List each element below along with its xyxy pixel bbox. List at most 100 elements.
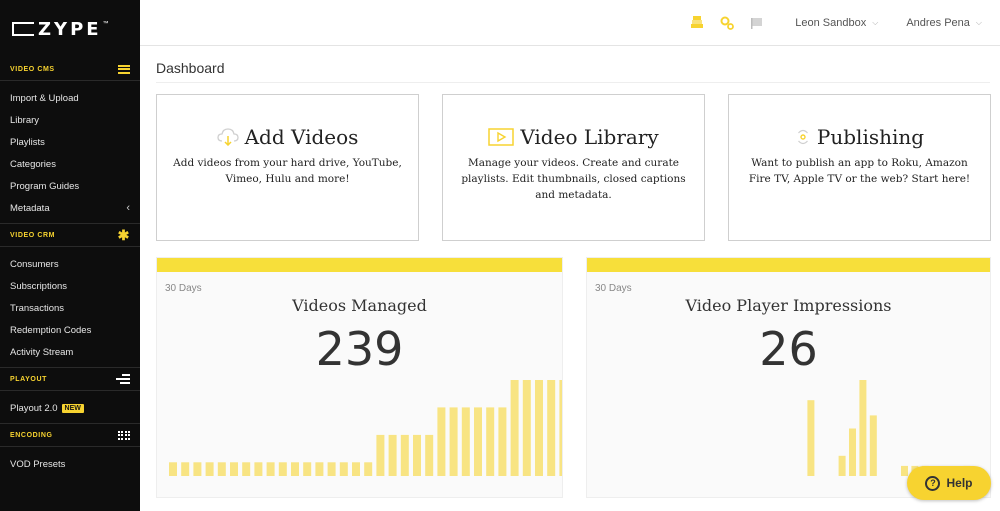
- section-title: ENCODING: [10, 431, 53, 439]
- chart-bar: [838, 455, 846, 476]
- chart-bar: [807, 400, 815, 476]
- sidebar-item-transactions[interactable]: Transactions: [0, 297, 140, 319]
- sidebar-item-label: Activity Stream: [10, 346, 74, 358]
- section-title: VIDEO CRM: [10, 231, 56, 239]
- video-impressions-chart: [807, 380, 971, 476]
- sidebar-item-metadata[interactable]: Metadata ‹: [0, 197, 140, 219]
- section-encoding-items: VOD Presets: [0, 446, 140, 479]
- cloud-upload-icon: [216, 128, 239, 146]
- sidebar-item-redemption-codes[interactable]: Redemption Codes: [0, 319, 140, 341]
- sidebar-item-label: Redemption Codes: [10, 324, 92, 336]
- sidebar-item-label: Playout 2.0: [10, 402, 58, 414]
- user-menu-value: Andres Pena: [906, 16, 970, 29]
- chart-bar: [205, 462, 214, 476]
- flag-icon[interactable]: [749, 15, 765, 31]
- section-video-cms[interactable]: VIDEO CMS: [0, 58, 140, 80]
- chevron-down-icon: ⌵: [872, 17, 879, 27]
- sidebar-item-activity-stream[interactable]: Activity Stream: [0, 341, 140, 363]
- question-icon: ?: [925, 475, 941, 491]
- sidebar-item-playout-2[interactable]: Playout 2.0 NEW: [0, 397, 140, 419]
- section-encoding[interactable]: ENCODING: [0, 424, 140, 446]
- broadcast-icon: [795, 127, 811, 147]
- grid-icon: [117, 430, 130, 440]
- section-video-crm[interactable]: VIDEO CRM ✱: [0, 224, 140, 246]
- chart-bar: [315, 462, 324, 476]
- add-videos-card[interactable]: Add Videos Add videos from your hard dri…: [156, 94, 419, 241]
- playout-icon: [116, 374, 130, 384]
- sidebar-item-subscriptions[interactable]: Subscriptions: [0, 275, 140, 297]
- chart-bar: [413, 434, 421, 476]
- section-video-cms-items: Import & Upload Library Playlists Catego…: [0, 80, 140, 224]
- chevron-down-icon: ⌵: [975, 17, 982, 27]
- chevron-left-icon[interactable]: ‹: [126, 202, 130, 214]
- sidebar-item-library[interactable]: Library: [0, 109, 140, 131]
- stack-icon[interactable]: [689, 15, 705, 31]
- video-library-card[interactable]: Video Library Manage your videos. Create…: [442, 94, 705, 241]
- chart-bar: [193, 462, 202, 476]
- chart-bar: [217, 462, 226, 476]
- logo-mark-icon: [12, 22, 34, 36]
- chart-bar: [559, 380, 562, 476]
- sidebar-item-program-guides[interactable]: Program Guides: [0, 175, 140, 197]
- chart-bar: [266, 462, 275, 476]
- chart-bar: [901, 465, 908, 476]
- account-select-value: Leon Sandbox: [795, 16, 867, 29]
- sidebar-item-label: Metadata: [10, 202, 50, 214]
- card-title-text: Video Library: [520, 125, 659, 149]
- section-title: PLAYOUT: [10, 375, 48, 383]
- chart-bar: [278, 462, 287, 476]
- sidebar-item-vod-presets[interactable]: VOD Presets: [0, 453, 140, 475]
- card-title: Add Videos: [157, 125, 418, 149]
- section-playout[interactable]: PLAYOUT: [0, 368, 140, 390]
- sidebar-item-label: Playlists: [10, 136, 45, 148]
- publishing-card[interactable]: Publishing Want to publish an app to Rok…: [728, 94, 991, 241]
- chart-bar: [437, 407, 446, 476]
- chart-bar: [498, 407, 507, 476]
- section-playout-items: Playout 2.0 NEW: [0, 390, 140, 424]
- card-title: Video Library: [443, 125, 704, 149]
- play-box-icon: [488, 128, 515, 146]
- chart-bar: [510, 380, 519, 476]
- chart-bar: [352, 462, 360, 476]
- sidebar-item-label: Library: [10, 114, 40, 126]
- zype-logo[interactable]: ZYPE ™: [0, 0, 140, 58]
- chart-bar: [400, 434, 409, 476]
- sidebar-item-categories[interactable]: Categories: [0, 153, 140, 175]
- section-video-crm-items: Consumers Subscriptions Transactions Red…: [0, 246, 140, 368]
- chart-bar: [242, 462, 251, 476]
- chart-bar: [388, 434, 397, 476]
- sidebar-item-import-upload[interactable]: Import & Upload: [0, 87, 140, 109]
- card-title: Publishing: [729, 125, 990, 149]
- chart-bar: [339, 462, 348, 476]
- section-title: VIDEO CMS: [10, 65, 55, 73]
- chart-bar: [425, 434, 434, 476]
- chart-bar: [522, 380, 531, 476]
- card-description: Want to publish an app to Roku, Amazon F…: [748, 157, 971, 185]
- chart-bar: [869, 415, 877, 476]
- sidebar-item-consumers[interactable]: Consumers: [0, 253, 140, 275]
- sidebar-item-playlists[interactable]: Playlists: [0, 131, 140, 153]
- chart-bar: [169, 462, 177, 476]
- user-menu[interactable]: Andres Pena ⌵: [906, 17, 982, 29]
- title-divider: [156, 82, 990, 83]
- sidebar-item-label: Program Guides: [10, 180, 80, 192]
- asterisk-icon: ✱: [117, 226, 130, 243]
- help-button[interactable]: ? Help: [907, 466, 991, 500]
- sidebar-item-label: Categories: [10, 158, 56, 170]
- hamburger-icon[interactable]: [118, 64, 130, 74]
- chart-bar: [376, 434, 385, 476]
- chart-bar: [291, 462, 299, 476]
- card-description: Add videos from your hard drive, YouTube…: [173, 157, 402, 185]
- top-bar: Leon Sandbox ⌵ Andres Pena ⌵: [140, 0, 1000, 46]
- chart-bar: [254, 462, 263, 476]
- chart-bar: [364, 462, 373, 476]
- chart-bar: [849, 428, 856, 476]
- videos-managed-panel: 30 Days Videos Managed 239: [156, 257, 563, 498]
- chart-bar: [461, 407, 470, 476]
- gears-icon[interactable]: [719, 15, 735, 31]
- account-select[interactable]: Leon Sandbox ⌵: [795, 17, 878, 29]
- help-label: Help: [946, 476, 973, 490]
- card-title-text: Publishing: [816, 125, 925, 149]
- sidebar-item-label: Subscriptions: [10, 280, 68, 292]
- chart-bar: [486, 407, 495, 476]
